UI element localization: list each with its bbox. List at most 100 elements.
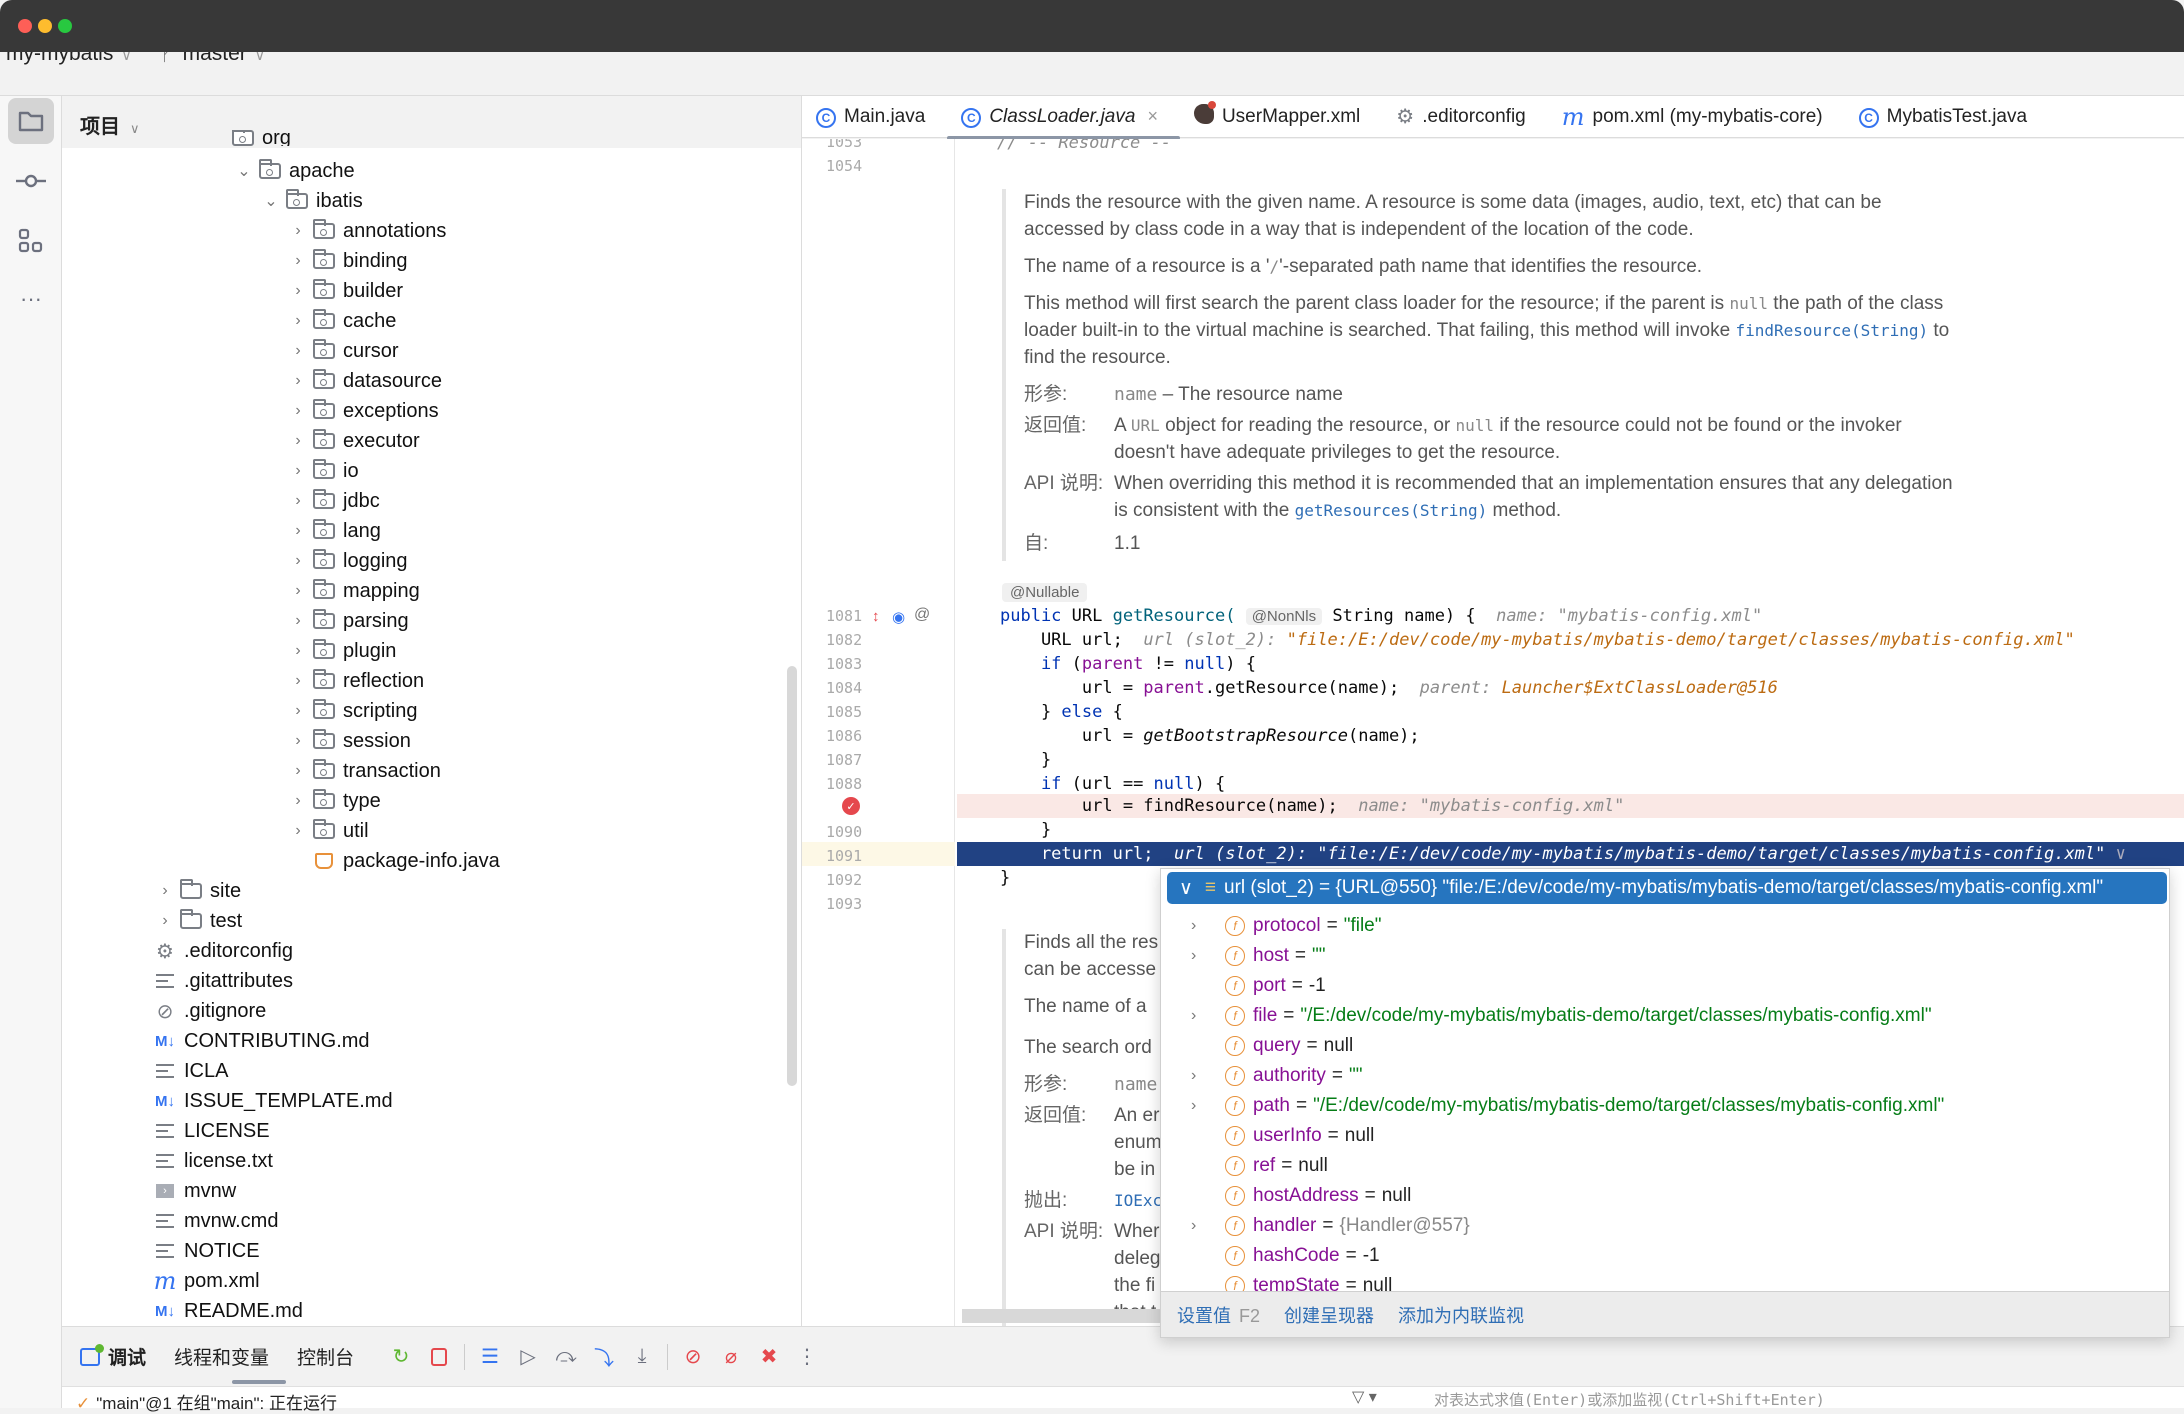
- popup-field-row[interactable]: f query = null: [1191, 1031, 1353, 1061]
- mute-breakpoints-button[interactable]: ⌀: [712, 1338, 750, 1376]
- chevron-right-icon[interactable]: ›: [1191, 1067, 1225, 1085]
- chevron-right-icon[interactable]: ›: [285, 822, 311, 840]
- doc-link-findresource[interactable]: findResource(String): [1735, 321, 1928, 340]
- editor-tab[interactable]: C ClassLoader.java ×: [947, 96, 1180, 140]
- close-window-button[interactable]: [18, 19, 32, 33]
- editor-tab[interactable]: UserMapper.xml: [1180, 96, 1382, 138]
- chevron-right-icon[interactable]: ›: [285, 552, 311, 570]
- project-scrollbar[interactable]: [787, 666, 797, 1086]
- chevron-right-icon[interactable]: ›: [285, 672, 311, 690]
- chevron-right-icon[interactable]: ›: [1191, 1007, 1225, 1025]
- chevron-right-icon[interactable]: ›: [285, 222, 311, 240]
- tree-item[interactable]: package-info.java: [285, 846, 500, 876]
- chevron-right-icon[interactable]: ›: [152, 882, 178, 900]
- chevron-right-icon[interactable]: ›: [285, 312, 311, 330]
- chevron-down-icon[interactable]: ⌄: [258, 191, 284, 211]
- tree-item[interactable]: › site: [152, 876, 241, 906]
- tree-item[interactable]: › mapping: [285, 576, 420, 606]
- popup-field-row[interactable]: › f file = "/E:/dev/code/my-mybatis/mybatis-…: [1191, 1001, 1932, 1031]
- more-tools-button[interactable]: ···: [8, 276, 54, 322]
- tree-item[interactable]: ⊘ .gitignore: [152, 996, 267, 1026]
- tree-item[interactable]: › parsing: [285, 606, 409, 636]
- chevron-right-icon[interactable]: ›: [285, 642, 311, 660]
- tree-item[interactable]: .gitattributes: [152, 966, 293, 996]
- editor-tab[interactable]: C MybatisTest.java: [1845, 96, 2049, 138]
- chevron-right-icon[interactable]: ›: [285, 492, 311, 510]
- tree-item[interactable]: M↓ README.md: [152, 1296, 303, 1326]
- tree-item[interactable]: license.txt: [152, 1146, 273, 1176]
- chevron-down-icon[interactable]: ∨: [1179, 877, 1193, 900]
- tree-item[interactable]: mvnw.cmd: [152, 1206, 278, 1236]
- tree-item[interactable]: NOTICE: [152, 1236, 260, 1266]
- implements-icon[interactable]: ↕: [872, 608, 880, 625]
- tree-item[interactable]: M↓ CONTRIBUTING.md: [152, 1026, 370, 1056]
- popup-field-row[interactable]: › f handler = {Handler@557}: [1191, 1211, 1470, 1241]
- tree-item[interactable]: › reflection: [285, 666, 424, 696]
- chevron-right-icon[interactable]: ›: [285, 462, 311, 480]
- tree-item[interactable]: › io: [285, 456, 359, 486]
- chevron-right-icon[interactable]: ›: [1191, 1217, 1225, 1235]
- close-tab-icon[interactable]: ×: [1147, 106, 1158, 127]
- tree-item[interactable]: ⚙ .editorconfig: [152, 936, 293, 966]
- tree-item[interactable]: › exceptions: [285, 396, 439, 426]
- show-execution-point-button[interactable]: ☰: [471, 1338, 509, 1376]
- step-out-button[interactable]: ⤓: [623, 1338, 661, 1376]
- tree-item[interactable]: › session: [285, 726, 411, 756]
- editor-horizontal-scrollbar[interactable]: [962, 1309, 1162, 1323]
- structure-tool-button[interactable]: [8, 218, 54, 264]
- overrides-icon[interactable]: ◉: [892, 608, 905, 626]
- tree-item[interactable]: › builder: [285, 276, 403, 306]
- popup-field-row[interactable]: › f authority = "": [1191, 1061, 1362, 1091]
- chevron-right-icon[interactable]: ›: [285, 282, 311, 300]
- editor-tab[interactable]: C Main.java: [802, 96, 947, 138]
- chevron-right-icon[interactable]: ›: [285, 792, 311, 810]
- editor-tab[interactable]: ⚙ .editorconfig: [1382, 96, 1547, 138]
- tree-item[interactable]: › lang: [285, 516, 381, 546]
- tree-item[interactable]: org: [204, 130, 291, 146]
- expand-hint-chevron[interactable]: ∨: [2116, 844, 2126, 864]
- popup-field-row[interactable]: f hashCode = -1: [1191, 1241, 1380, 1271]
- chevron-right-icon[interactable]: ›: [285, 702, 311, 720]
- tree-item[interactable]: › test: [152, 906, 242, 936]
- popup-field-row[interactable]: f hostAddress = null: [1191, 1181, 1411, 1211]
- chevron-right-icon[interactable]: ›: [285, 522, 311, 540]
- tree-item[interactable]: › datasource: [285, 366, 442, 396]
- step-into-button[interactable]: ⤵: [585, 1338, 623, 1376]
- tree-item[interactable]: › executor: [285, 426, 420, 456]
- evaluate-expression-input[interactable]: 对表达式求值(Enter)或添加监视(Ctrl+Shift+Enter): [1434, 1389, 1825, 1410]
- chevron-down-icon[interactable]: ⌄: [231, 161, 257, 181]
- reset-frame-button[interactable]: ✖: [750, 1338, 788, 1376]
- project-tool-button[interactable]: [8, 98, 54, 144]
- chevron-right-icon[interactable]: ›: [285, 402, 311, 420]
- chevron-right-icon[interactable]: ›: [285, 732, 311, 750]
- set-value-link[interactable]: 设置值 F2: [1177, 1302, 1260, 1328]
- popup-root-value[interactable]: ∨ ≡ url (slot_2) = {URL@550} "file:/E:/d…: [1167, 872, 2167, 904]
- tree-item[interactable]: ICLA: [152, 1056, 228, 1086]
- project-view-selector[interactable]: 项目 ∨: [80, 110, 140, 139]
- commit-tool-button[interactable]: [8, 158, 54, 204]
- editor-tab[interactable]: m pom.xml (my-mybatis-core): [1548, 96, 1845, 138]
- tree-item[interactable]: › type: [285, 786, 381, 816]
- tree-item[interactable]: › annotations: [285, 216, 446, 246]
- annotation-icon[interactable]: @: [914, 606, 930, 624]
- debug-tab-debug[interactable]: 调试: [80, 1343, 146, 1370]
- tree-item[interactable]: › jdbc: [285, 486, 380, 516]
- tree-item[interactable]: › logging: [285, 546, 408, 576]
- popup-field-row[interactable]: › f host = "": [1191, 941, 1326, 971]
- tree-item[interactable]: › util: [285, 816, 369, 846]
- tree-item[interactable]: › cache: [285, 306, 396, 336]
- view-breakpoints-button[interactable]: ⊘: [674, 1338, 712, 1376]
- rerun-debug-button[interactable]: ↻: [382, 1338, 420, 1376]
- breakpoint-icon[interactable]: ✓: [842, 797, 860, 815]
- tree-item[interactable]: m pom.xml: [152, 1266, 260, 1296]
- chevron-right-icon[interactable]: ›: [285, 582, 311, 600]
- step-over-button[interactable]: ⤼: [547, 1338, 585, 1376]
- add-inline-watch-link[interactable]: 添加为内联监视: [1398, 1302, 1524, 1328]
- tree-item[interactable]: LICENSE: [152, 1116, 270, 1146]
- tree-item[interactable]: ⌄ ibatis: [258, 186, 363, 216]
- chevron-right-icon[interactable]: ›: [285, 432, 311, 450]
- popup-field-row[interactable]: f ref = null: [1191, 1151, 1328, 1181]
- maximize-window-button[interactable]: [58, 19, 72, 33]
- tree-item[interactable]: › transaction: [285, 756, 441, 786]
- chevron-right-icon[interactable]: ›: [285, 612, 311, 630]
